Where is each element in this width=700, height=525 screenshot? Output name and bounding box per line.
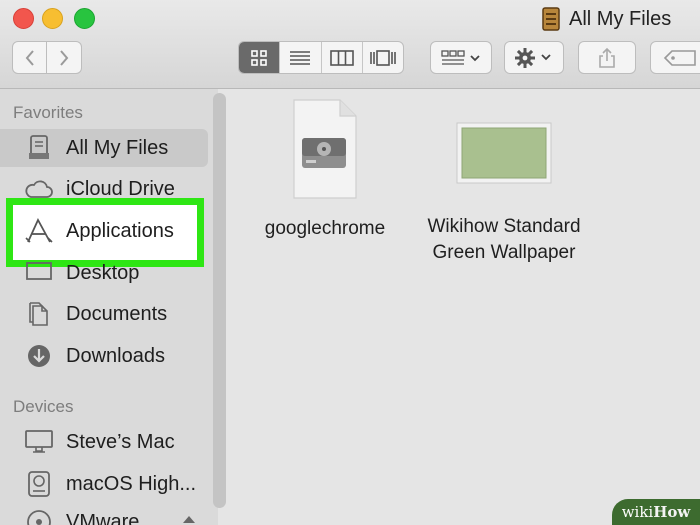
sidebar-item-label: Steve’s Mac [66,431,175,453]
computer-icon [24,429,54,455]
sidebar-item-label: macOS High... [66,473,197,495]
arrange-icon [441,49,480,65]
downloads-icon [24,343,54,369]
watermark-prefix: wiki [621,503,654,521]
sidebar-item-label: All My Files [66,137,169,159]
tags-button[interactable] [650,41,700,74]
sidebar-item-applications[interactable]: Applications [0,212,208,250]
gear-icon [515,47,551,68]
window-title: All My Files [541,6,671,32]
column-view-button[interactable] [322,42,363,73]
sidebar-item-all-my-files[interactable]: All My Files [0,129,208,167]
sidebar-scrollbar[interactable] [213,93,226,508]
icon-view-button[interactable] [239,42,281,73]
back-button[interactable] [12,41,47,74]
toolbar: All My Files [0,0,700,89]
sidebar-item-label: Desktop [66,262,140,284]
arrange-menu-button[interactable] [430,41,492,74]
sidebar-item-steves-mac[interactable]: Steve’s Mac [0,423,208,461]
list-icon [290,50,311,65]
view-mode-group [238,41,404,74]
forward-button[interactable] [47,41,82,74]
documents-icon [24,301,54,327]
sidebar-item-label: Documents [66,303,168,325]
all-files-icon [24,135,54,161]
watermark-suffix: How [653,503,691,521]
sidebar-item-documents[interactable]: Documents [0,295,208,333]
file-item-green-wallpaper[interactable]: Wikihow Standard Green Wallpaper [418,122,590,266]
applications-icon [24,218,54,244]
file-name-line-2: Green Wallpaper [432,242,576,263]
file-name-line-1: Wikihow Standard [427,216,581,237]
wikihow-watermark: wiki How [612,499,700,525]
sidebar-item-desktop[interactable]: Desktop [0,254,208,292]
all-files-icon [542,7,560,31]
columns-icon [329,49,354,66]
share-button[interactable] [578,41,636,74]
file-item-googlechrome[interactable]: googlechrome [255,98,395,242]
sidebar-item-vmware[interactable]: VMware [0,505,208,525]
sidebar-item-label: Applications [66,220,174,242]
action-menu-button[interactable] [504,41,564,74]
desktop-icon [24,260,54,286]
sidebar-item-macos-high[interactable]: macOS High... [0,465,208,503]
gallery-view-button[interactable] [363,42,403,73]
share-icon [599,47,615,68]
sidebar-item-downloads[interactable]: Downloads [0,337,208,375]
minimize-window-button[interactable] [42,8,63,29]
file-name: googlechrome [264,218,386,239]
tag-icon [663,49,696,66]
chevron-right-icon [60,49,69,66]
cover-flow-icon [370,49,396,66]
maximize-window-button[interactable] [74,8,95,29]
chevron-left-icon [25,49,34,66]
window-title-text: All My Files [569,7,672,30]
disc-icon [24,509,54,525]
sidebar-item-label: VMware [66,511,140,525]
close-window-button[interactable] [13,8,34,29]
devices-header: Devices [13,397,74,416]
sidebar-item-label: Downloads [66,345,165,367]
favorites-header: Favorites [13,103,83,122]
image-thumbnail-icon [456,122,552,184]
list-view-button[interactable] [280,42,322,73]
grid-icon [251,49,267,66]
eject-icon[interactable] [182,515,196,525]
disk-icon [24,471,54,497]
disk-image-icon [293,99,357,199]
